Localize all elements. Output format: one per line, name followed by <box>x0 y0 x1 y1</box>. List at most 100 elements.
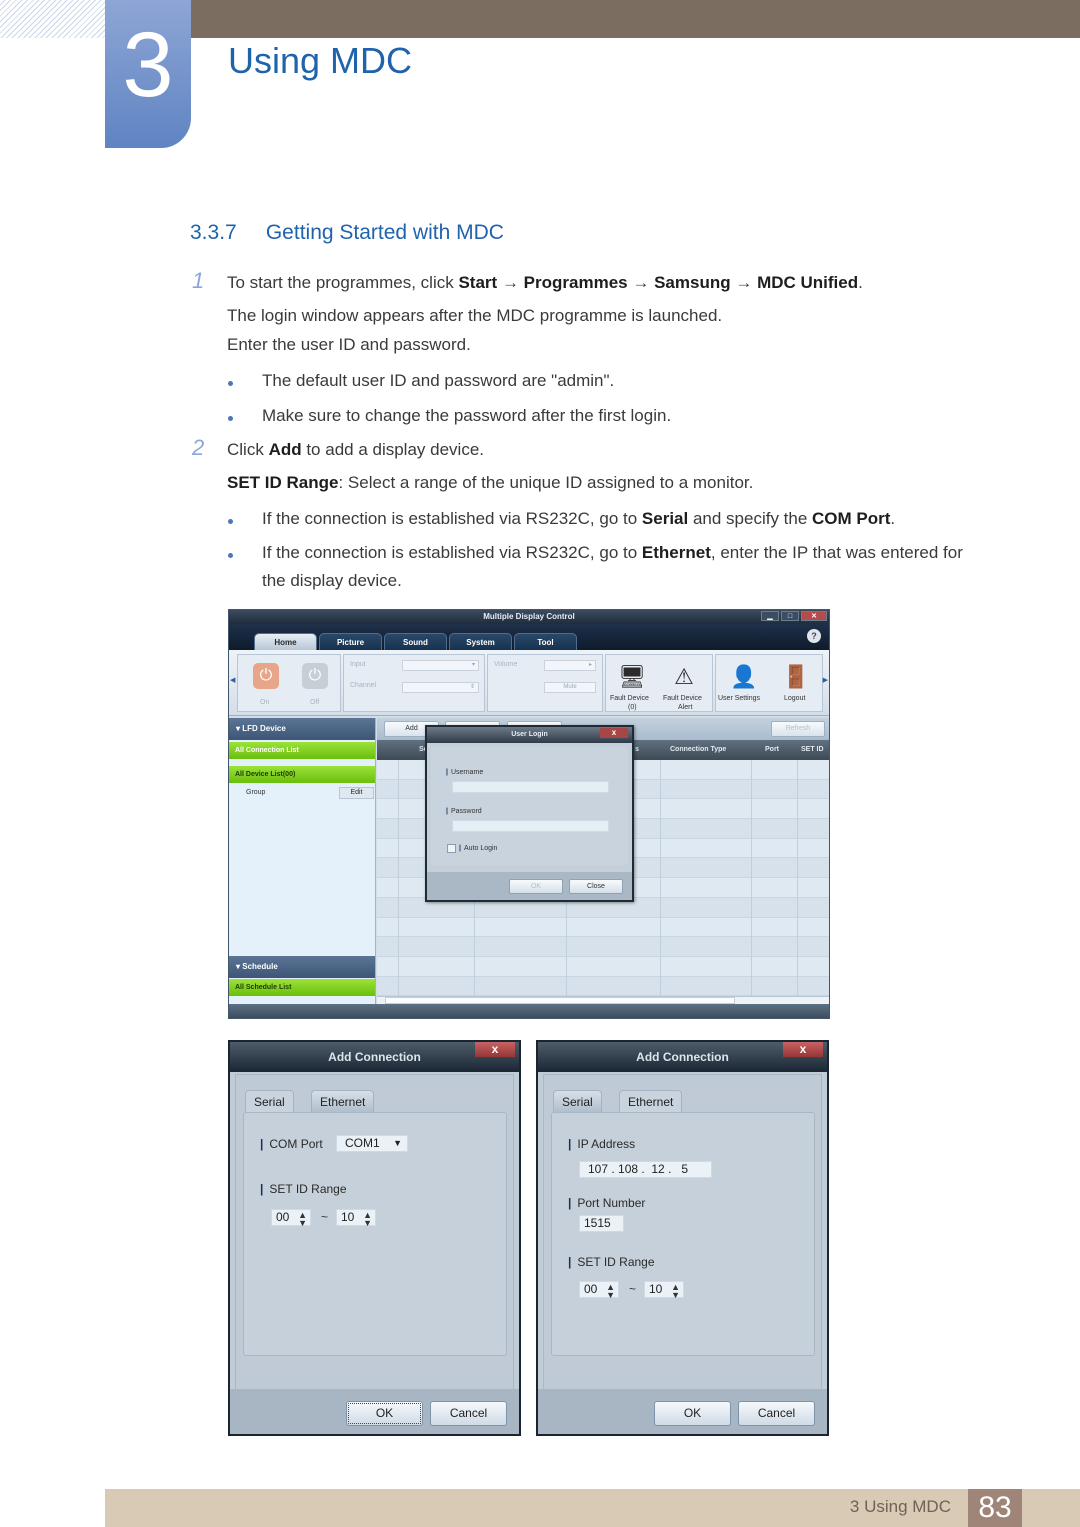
tab-ethernet[interactable]: Ethernet <box>619 1090 683 1112</box>
dialog-title: Add Connection <box>636 1050 729 1064</box>
column-header-port[interactable]: Port <box>765 746 779 753</box>
table-row[interactable] <box>377 977 829 997</box>
channel-stepper[interactable]: ⇕ <box>402 682 479 693</box>
set-id-to-stepper[interactable]: 10 ▲ ▼ <box>644 1281 684 1300</box>
password-input[interactable] <box>452 820 609 832</box>
cancel-button[interactable]: Cancel <box>430 1401 507 1426</box>
auto-login-checkbox[interactable] <box>447 844 456 853</box>
tab-tool[interactable]: Tool <box>514 633 577 650</box>
power-off-icon[interactable]: ⏻ <box>302 663 328 689</box>
dialog-footer: OK Close <box>427 872 632 900</box>
ok-button[interactable]: OK <box>509 879 563 894</box>
user-settings-label: User Settings <box>718 695 761 702</box>
close-icon[interactable]: x <box>783 1042 823 1057</box>
table-row[interactable] <box>377 917 829 938</box>
volume-slider[interactable]: ▸ <box>544 660 596 671</box>
set-id-from-value: 00 <box>584 1282 598 1296</box>
spinner-arrows-icon[interactable]: ▲ ▼ <box>606 1283 615 1300</box>
range-separator: ~ <box>321 1210 329 1224</box>
com-port-keyword: COM Port <box>812 509 891 528</box>
ribbon-scroll-right-icon[interactable]: ▶ <box>823 676 828 684</box>
fault-device-alert-label: Fault Device <box>663 695 702 702</box>
dialog-footer: OK Cancel <box>230 1389 519 1434</box>
help-icon[interactable]: ? <box>807 629 821 643</box>
sidebar-item-all-connection-list[interactable]: All Connection List <box>229 742 375 759</box>
step-1-instruction: To start the programmes, click Start → P… <box>227 273 863 292</box>
port-number-input[interactable]: 1515 <box>579 1215 624 1232</box>
power-on-icon[interactable]: ⏻ <box>253 663 279 689</box>
close-button[interactable]: ✕ <box>801 611 827 621</box>
sidebar-item-all-device-list[interactable]: All Device List(00) <box>229 766 375 783</box>
fault-device-count: (0) <box>628 704 637 711</box>
ok-button[interactable]: OK <box>654 1401 731 1426</box>
tab-home[interactable]: Home <box>254 633 317 650</box>
set-id-from-stepper[interactable]: 00 ▲ ▼ <box>579 1281 619 1300</box>
sidebar-item-all-schedule-list[interactable]: All Schedule List <box>229 979 375 996</box>
maximize-button[interactable]: □ <box>781 611 799 621</box>
device-sidebar: ▾ LFD Device All Connection List All Dev… <box>229 718 376 1018</box>
fault-device-alert-icon[interactable]: ⚠ <box>670 663 698 691</box>
logout-icon[interactable]: 🚪 <box>782 663 810 691</box>
add-keyword: Add <box>268 440 302 459</box>
ribbon-scroll-left-icon[interactable]: ◀ <box>230 676 235 684</box>
chapter-title: Using MDC <box>228 40 413 81</box>
close-button[interactable]: Close <box>569 879 623 894</box>
group-row: Group Edit <box>229 783 375 805</box>
schedule-header[interactable]: ▾ Schedule <box>229 956 375 978</box>
group-edit-button[interactable]: Edit <box>339 787 374 799</box>
close-icon[interactable]: x <box>475 1042 515 1057</box>
horizontal-scrollbar[interactable] <box>377 996 829 1004</box>
refresh-button[interactable]: Refresh <box>771 721 825 737</box>
tab-serial[interactable]: Serial <box>553 1090 602 1112</box>
instruction-text: To start the programmes, click <box>227 273 459 292</box>
ok-button[interactable]: OK <box>346 1401 423 1426</box>
spinner-arrows-icon[interactable]: ▲ ▼ <box>363 1211 372 1228</box>
tab-ethernet[interactable]: Ethernet <box>311 1090 375 1112</box>
dialog-title: User Login <box>511 731 548 738</box>
ribbon: ◀ ⏻ ⏻ On Off Input ▾ Channel ⇕ Volume ▸ … <box>229 650 829 716</box>
set-id-from-stepper[interactable]: 00 ▲ ▼ <box>271 1209 311 1228</box>
set-id-from-value: 00 <box>276 1210 290 1224</box>
user-settings-icon[interactable]: 👤 <box>730 663 758 691</box>
group-label: Group <box>246 789 266 796</box>
lfd-device-header[interactable]: ▾ LFD Device <box>229 718 375 740</box>
cancel-button[interactable]: Cancel <box>738 1401 815 1426</box>
text: and specify the <box>688 509 813 528</box>
volume-group: Volume ▸ Mute <box>487 654 603 712</box>
tab-system[interactable]: System <box>449 633 512 650</box>
add-connection-dialog-serial: Add Connection x Serial Ethernet COM Por… <box>228 1040 521 1436</box>
menu-path-samsung: Samsung <box>654 273 731 292</box>
add-connection-dialog-ethernet: Add Connection x Serial Ethernet IP Addr… <box>536 1040 829 1436</box>
tab-picture[interactable]: Picture <box>319 633 382 650</box>
column-header-connection-type[interactable]: Connection Type <box>670 746 726 753</box>
ip-address-input[interactable]: 107 . 108 . 12 . 5 <box>579 1161 712 1178</box>
input-dropdown[interactable]: ▾ <box>402 660 479 671</box>
close-icon[interactable]: x <box>600 728 628 738</box>
tab-serial[interactable]: Serial <box>245 1090 294 1112</box>
text: . <box>890 509 896 528</box>
scrollbar-thumb[interactable] <box>385 997 735 1004</box>
window-title-bar: Multiple Display Control ▁ □ ✕ <box>229 610 829 624</box>
dialog-title-bar: User Login x <box>427 727 632 743</box>
com-port-dropdown[interactable]: COM1 ▼ <box>336 1135 408 1152</box>
mute-button[interactable]: Mute <box>544 682 596 693</box>
power-group: ⏻ ⏻ On Off <box>237 654 341 712</box>
port-number-label: Port Number <box>568 1196 645 1210</box>
set-id-to-stepper[interactable]: 10 ▲ ▼ <box>336 1209 376 1228</box>
com-port-label: COM Port <box>260 1137 322 1151</box>
column-header[interactable]: s <box>635 746 639 753</box>
table-row[interactable] <box>377 937 829 957</box>
step-1-line: The login window appears after the MDC p… <box>227 306 723 325</box>
minimize-button[interactable]: ▁ <box>761 611 779 621</box>
spinner-arrows-icon[interactable]: ▲ ▼ <box>671 1283 680 1300</box>
tab-sound[interactable]: Sound <box>384 633 447 650</box>
fault-device-icon[interactable]: 🖥 <box>618 663 646 691</box>
table-row[interactable] <box>377 956 829 977</box>
username-input[interactable] <box>452 781 609 793</box>
footer-chapter-label: 3 Using MDC <box>849 1497 951 1516</box>
step-number: 1 <box>192 268 205 293</box>
input-group: Input ▾ Channel ⇕ <box>343 654 485 712</box>
spinner-arrows-icon[interactable]: ▲ ▼ <box>298 1211 307 1228</box>
input-label: Input <box>350 661 366 668</box>
column-header-set-id[interactable]: SET ID <box>801 746 824 753</box>
